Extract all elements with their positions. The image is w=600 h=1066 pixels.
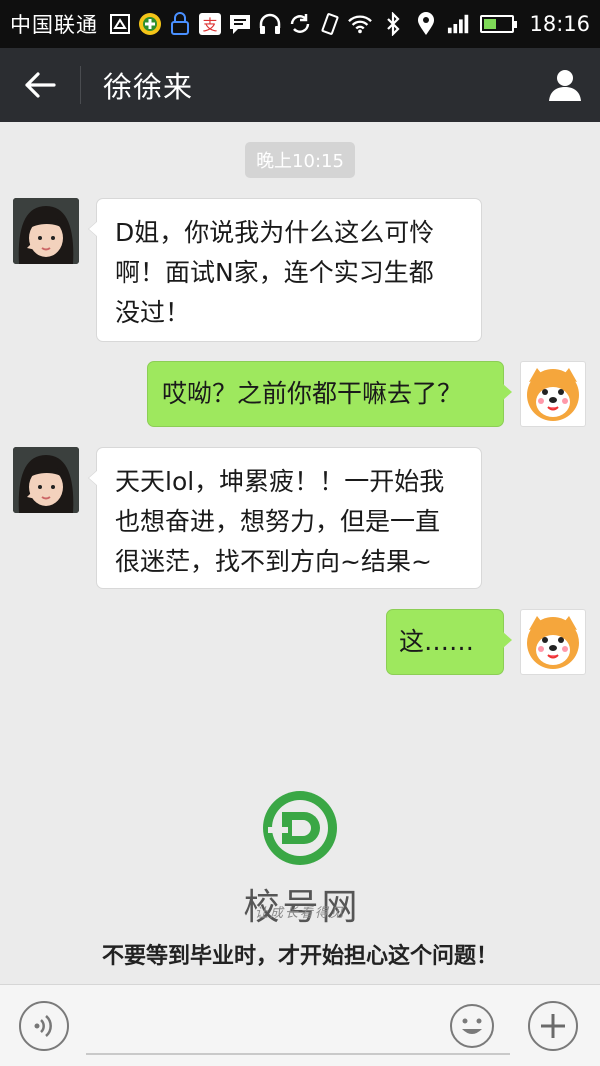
back-arrow-icon: [25, 72, 56, 98]
message-line: 也想奋进，想努力，但是一直: [115, 507, 441, 536]
alipay-icon: 支: [198, 12, 222, 36]
sim-icon: [108, 12, 132, 36]
wifi-icon: [348, 12, 373, 36]
bluetooth-icon: [381, 12, 405, 36]
message-bubble-incoming[interactable]: 天天lol，坤累疲！！一开始我 也想奋进，想努力，但是一直 很迷茫，找不到方向~…: [88, 447, 482, 589]
back-button[interactable]: [0, 48, 80, 122]
location-icon: [414, 12, 438, 36]
status-bar: 中国联通 支 18:16: [0, 0, 600, 48]
app-icon: [138, 12, 162, 36]
message-line: 很迷茫，找不到方向~结果~: [115, 547, 432, 576]
caption-text: 不要等到毕业时，才开始担心这个问题！: [101, 943, 498, 969]
contact-avatar[interactable]: [13, 447, 79, 513]
more-button[interactable]: [528, 1001, 578, 1051]
svg-text:支: 支: [202, 16, 217, 34]
emoji-button[interactable]: [447, 1001, 497, 1051]
brand-slogan: 让成长看得见: [254, 906, 345, 921]
message-line: D姐，你说我为什么这么可怜: [115, 218, 435, 247]
voice-button[interactable]: [19, 1001, 69, 1051]
nav-divider: [80, 66, 81, 104]
my-avatar[interactable]: [520, 361, 586, 427]
my-avatar[interactable]: [520, 609, 586, 675]
headset-icon: [258, 12, 282, 36]
timestamp-badge: 晚上10:15: [245, 142, 355, 178]
message-bubble-outgoing[interactable]: 这……: [386, 609, 512, 675]
contact-profile-button[interactable]: [530, 48, 600, 122]
sync-icon: [288, 12, 312, 36]
emoji-icon: [450, 1004, 494, 1048]
signal-icon: [447, 12, 471, 36]
message-line: 哎呦？之前你都干嘛去了？: [162, 379, 463, 408]
chat-title: 徐徐来: [103, 70, 194, 104]
message-bubble-outgoing[interactable]: 哎呦？之前你都干嘛去了？: [147, 361, 512, 427]
vibrate-icon: [318, 12, 342, 36]
message-line: 没过！: [115, 298, 191, 327]
voice-icon: [34, 1015, 52, 1037]
person-icon: [549, 70, 581, 101]
lock-app-icon: [168, 12, 192, 36]
message-line: 这……: [399, 627, 475, 656]
clock: 18:16: [529, 12, 590, 36]
battery-level: [484, 19, 497, 29]
input-bar: [0, 984, 600, 1066]
contact-avatar[interactable]: [13, 198, 79, 264]
carrier-name: 中国联通: [10, 13, 98, 37]
battery-icon: [480, 15, 518, 33]
plus-icon: [541, 1014, 565, 1038]
message-bubble-incoming[interactable]: D姐，你说我为什么这么可怜 啊！面试N家，连个实习生都 没过！: [88, 198, 482, 342]
message-icon: [228, 12, 252, 36]
chat-header: 徐徐来: [0, 48, 600, 122]
message-line: 天天lol，坤累疲！！一开始我: [115, 467, 445, 496]
message-line: 啊！面试N家，连个实习生都: [115, 258, 434, 287]
